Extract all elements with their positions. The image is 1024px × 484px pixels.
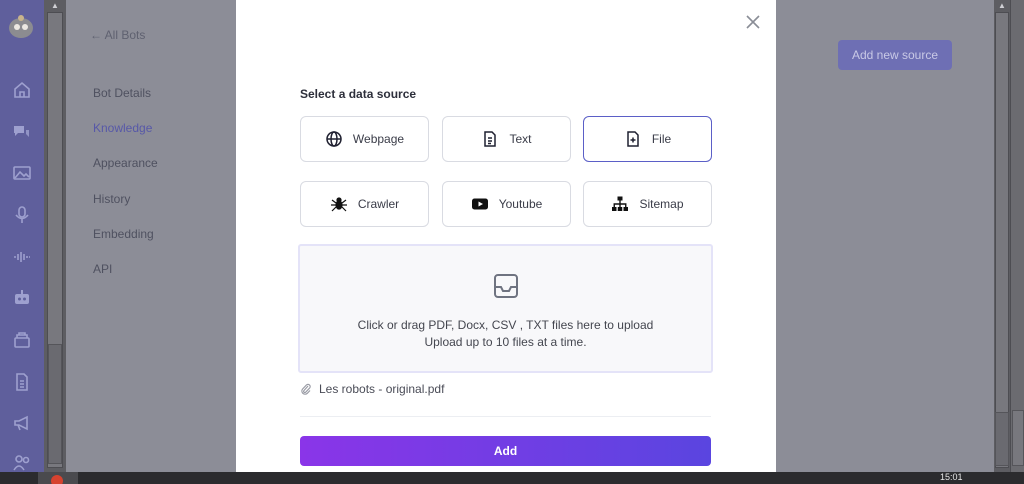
dropzone-instructions: Click or drag PDF, Docx, CSV , TXT files…	[357, 318, 654, 332]
image-icon[interactable]	[12, 163, 32, 183]
file-dropzone[interactable]: Click or drag PDF, Docx, CSV , TXT files…	[298, 244, 713, 373]
nav-api[interactable]: API	[93, 262, 112, 276]
scroll-thumb[interactable]	[995, 412, 1009, 466]
inbox-tray-icon	[494, 274, 518, 298]
youtube-icon	[471, 195, 489, 213]
document-icon[interactable]	[12, 372, 32, 392]
scroll-thumb[interactable]	[48, 344, 62, 464]
all-bots-link[interactable]: ← All Bots	[90, 28, 145, 42]
nav-appearance[interactable]: Appearance	[93, 156, 158, 170]
scroll-track[interactable]	[995, 12, 1009, 468]
nav-bot-details[interactable]: Bot Details	[93, 86, 151, 100]
source-label: File	[651, 132, 672, 146]
app-sidebar	[0, 0, 44, 472]
chat-icon[interactable]	[12, 122, 32, 142]
archive-icon[interactable]	[12, 330, 32, 350]
taskbar-clock: 15:01	[940, 472, 963, 482]
nav-embedding[interactable]: Embedding	[93, 227, 154, 241]
source-label: Webpage	[352, 132, 405, 146]
file-name: Les robots - original.pdf	[319, 382, 445, 396]
sitemap-icon	[611, 195, 629, 213]
dropzone-limit-note: Upload up to 10 files at a time.	[424, 335, 587, 349]
os-taskbar: 15:01	[0, 472, 1024, 484]
outer-scrollbar[interactable]	[1010, 0, 1024, 472]
nav-knowledge[interactable]: Knowledge	[93, 121, 152, 135]
robot-icon[interactable]	[12, 288, 32, 308]
source-file-button[interactable]: File	[583, 116, 712, 162]
data-source-heading: Select a data source	[300, 87, 417, 101]
left-scrollbar[interactable]: ▲	[44, 0, 66, 472]
close-icon[interactable]	[744, 13, 762, 31]
megaphone-icon[interactable]	[12, 413, 32, 433]
audio-wave-icon[interactable]	[12, 247, 32, 267]
add-button[interactable]: Add	[300, 436, 711, 466]
globe-icon	[325, 130, 343, 148]
source-webpage-button[interactable]: Webpage	[300, 116, 429, 162]
source-label: Text	[509, 132, 532, 146]
file-text-icon	[481, 130, 499, 148]
source-sitemap-button[interactable]: Sitemap	[583, 181, 712, 227]
taskbar-app-button[interactable]	[38, 472, 78, 484]
source-youtube-button[interactable]: Youtube	[442, 181, 571, 227]
add-source-modal: Select a data source Webpage Text File C…	[236, 0, 776, 472]
source-label: Youtube	[498, 197, 543, 211]
users-icon[interactable]	[12, 453, 32, 473]
source-label: Sitemap	[639, 197, 684, 211]
divider	[300, 416, 711, 417]
bot-logo-icon[interactable]	[6, 12, 36, 40]
browser-app-icon	[51, 475, 63, 484]
scroll-up-arrow-icon[interactable]: ▲	[48, 1, 62, 11]
source-label: Crawler	[357, 197, 400, 211]
source-text-button[interactable]: Text	[442, 116, 571, 162]
spider-icon	[330, 195, 348, 213]
scroll-up-arrow-icon[interactable]: ▲	[995, 1, 1009, 11]
source-crawler-button[interactable]: Crawler	[300, 181, 429, 227]
uploaded-file-item[interactable]: Les robots - original.pdf	[300, 381, 444, 397]
paperclip-icon	[301, 383, 311, 395]
right-scrollbar[interactable]: ▲	[994, 0, 1010, 472]
nav-history[interactable]: History	[93, 192, 130, 206]
add-new-source-button[interactable]: Add new source	[838, 40, 952, 70]
home-icon[interactable]	[12, 80, 32, 100]
microphone-icon[interactable]	[12, 205, 32, 225]
file-plus-icon	[624, 130, 642, 148]
scroll-thumb[interactable]	[1012, 410, 1024, 466]
